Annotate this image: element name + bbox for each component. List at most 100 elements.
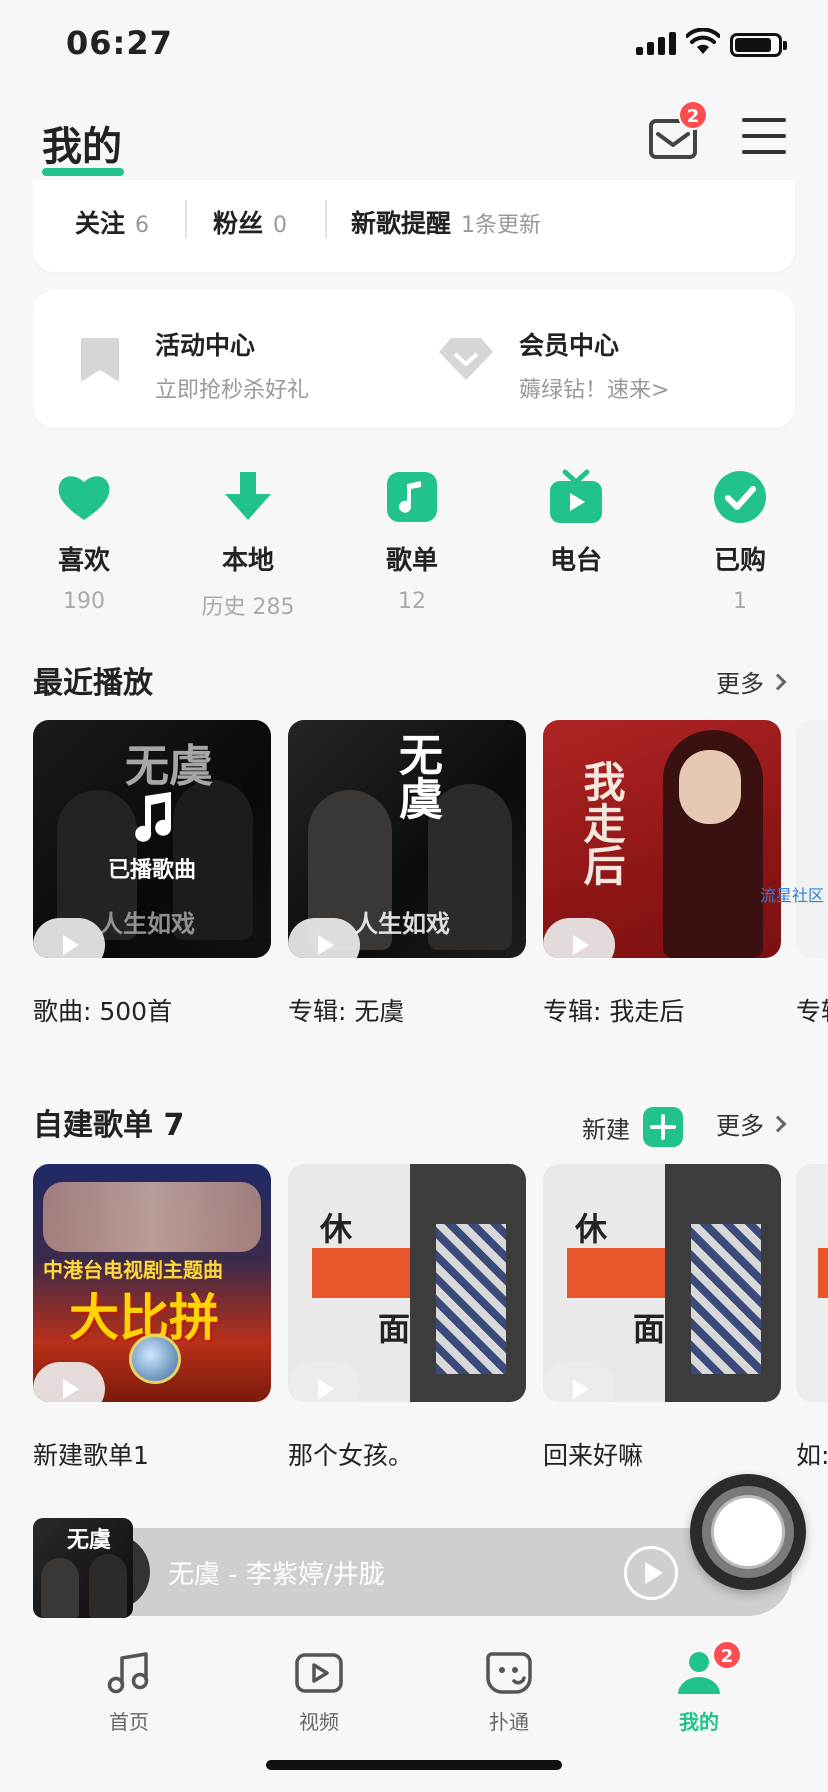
divider	[325, 200, 327, 238]
mini-player-cover[interactable]: 无虞	[33, 1518, 133, 1618]
recent-section-title: 最近播放	[33, 666, 153, 701]
play-button[interactable]	[288, 1362, 360, 1402]
playlist-cover: 休 面	[543, 1164, 781, 1402]
quick-radio[interactable]: 电台	[516, 468, 636, 589]
playlist-icon	[387, 472, 437, 522]
mini-play-button[interactable]	[624, 1546, 678, 1600]
follow-label: 关注	[75, 209, 126, 238]
cover-title-text: 我走后	[577, 760, 626, 886]
cover-xiu-text: 休	[575, 1210, 608, 1248]
play-button[interactable]	[543, 918, 615, 958]
quick-playlists[interactable]: 歌单 12	[352, 468, 472, 614]
cover-title-text: 无虞	[391, 732, 442, 820]
card-caption: 回来好嘛	[543, 1441, 644, 1470]
follow-stat[interactable]: 关注 6	[75, 204, 149, 240]
message-button[interactable]: 2	[648, 100, 708, 160]
tab-video[interactable]: 视频	[264, 1648, 374, 1735]
floating-assistive-button[interactable]	[690, 1474, 806, 1590]
playlist-card[interactable]: 休 面 回来好嘛	[543, 1164, 781, 1472]
quick-purchased[interactable]: 已购 1	[680, 468, 800, 614]
new-song-status: 1条更新	[461, 213, 542, 238]
follow-count: 6	[135, 213, 150, 238]
tab-label: 视频	[299, 1710, 339, 1734]
cover-title-text: 无虞	[67, 1527, 112, 1553]
purchased-icon	[714, 471, 766, 523]
recent-more-link[interactable]: 更多	[716, 664, 787, 699]
fans-stat[interactable]: 粉丝 0	[213, 204, 287, 240]
cover-xiu-text: 休	[320, 1210, 353, 1248]
card-caption: 专辑: 无虞	[288, 997, 405, 1026]
follow-card: 关注 6 粉丝 0 新歌提醒 1条更新	[33, 180, 795, 272]
play-button[interactable]	[33, 918, 105, 958]
tab-profile[interactable]: 2 我的	[644, 1640, 754, 1735]
quick-count: 历史 285	[201, 595, 295, 620]
playlist-cover: 中港台电视剧主题曲 大比拼	[33, 1164, 271, 1402]
recent-card[interactable]: 专辑	[796, 720, 828, 1028]
recent-card[interactable]: 我走后 专辑: 我走后	[543, 720, 781, 1028]
tab-home[interactable]: 首页	[74, 1648, 184, 1735]
vip-center-link[interactable]: 会员中心 薅绿钻！速来>	[519, 326, 669, 404]
tab-putong[interactable]: 扑通	[454, 1648, 564, 1735]
home-indicator	[266, 1760, 562, 1770]
quick-label: 喜欢	[57, 546, 110, 576]
quick-label: 歌单	[385, 546, 438, 576]
bookmark-icon	[81, 338, 119, 382]
more-label: 更多	[716, 1112, 764, 1140]
cover-lyric-text: 人生如戏	[354, 909, 450, 938]
activity-center-link[interactable]: 活动中心 立即抢秒杀好礼	[155, 326, 309, 404]
quick-local[interactable]: 本地 历史 285	[188, 468, 308, 621]
profile-badge: 2	[712, 1640, 742, 1670]
card-caption: 专辑	[796, 997, 828, 1026]
quick-label: 已购	[713, 546, 766, 576]
playlists-section-title: 自建歌单 7	[33, 1108, 185, 1143]
card-caption: 专辑: 我走后	[543, 997, 685, 1026]
playlist-card[interactable]: 如:	[796, 1164, 828, 1472]
played-songs-overlay-label: 已播歌曲	[107, 858, 196, 883]
album-cover: 无虞 人生如戏	[288, 720, 526, 958]
quick-count: 190	[63, 589, 105, 614]
menu-button[interactable]	[742, 118, 786, 158]
activity-center-title: 活动中心	[155, 331, 256, 360]
cover-mian-text: 面	[378, 1310, 411, 1348]
activity-center-subtitle: 立即抢秒杀好礼	[155, 378, 310, 403]
chevron-right-icon	[769, 1115, 787, 1132]
album-cover: 我走后	[543, 720, 781, 958]
new-playlist-label: 新建	[582, 1115, 630, 1144]
playlist-card[interactable]: 休 面 那个女孩。	[288, 1164, 526, 1472]
tab-label: 扑通	[489, 1710, 529, 1734]
play-button[interactable]	[288, 918, 360, 958]
playlist-cover	[796, 1164, 828, 1402]
card-caption: 新建歌单1	[33, 1441, 149, 1470]
message-badge: 2	[678, 100, 708, 130]
album-cover: 无虞 人生如戏 已播歌曲	[33, 720, 271, 958]
play-button[interactable]	[543, 1362, 615, 1402]
watermark-text: 流星社区	[760, 886, 825, 905]
music-note-icon	[135, 792, 172, 842]
recent-card[interactable]: 无虞 人生如戏 已播歌曲 歌曲: 500首	[33, 720, 271, 1028]
card-caption: 如:	[796, 1441, 828, 1470]
heart-icon	[58, 476, 110, 520]
status-time: 06:27	[66, 24, 173, 62]
play-button[interactable]	[33, 1362, 105, 1402]
wifi-icon	[686, 28, 720, 54]
playlist-card[interactable]: 中港台电视剧主题曲 大比拼 新建歌单1	[33, 1164, 271, 1472]
divider	[185, 200, 187, 238]
vip-center-title: 会员中心	[519, 331, 620, 360]
recent-card[interactable]: 无虞 人生如戏 专辑: 无虞	[288, 720, 526, 1028]
tab-label: 我的	[679, 1710, 719, 1734]
battery-icon	[730, 33, 787, 57]
album-cover	[796, 720, 828, 958]
more-label: 更多	[716, 670, 764, 698]
signal-icon	[636, 32, 676, 55]
buddy-face-icon	[486, 1652, 532, 1694]
cover-mian-text: 面	[633, 1310, 666, 1348]
new-playlist-button[interactable]: 新建	[582, 1106, 684, 1148]
plus-icon	[643, 1107, 683, 1147]
new-song-label: 新歌提醒	[351, 209, 452, 238]
title-underline	[42, 168, 124, 176]
quick-count: 12	[398, 589, 426, 614]
quick-favorites[interactable]: 喜欢 190	[24, 468, 144, 614]
new-song-reminder[interactable]: 新歌提醒 1条更新	[351, 204, 541, 240]
playlists-more-link[interactable]: 更多	[716, 1106, 787, 1141]
status-bar: 06:27	[0, 0, 828, 90]
